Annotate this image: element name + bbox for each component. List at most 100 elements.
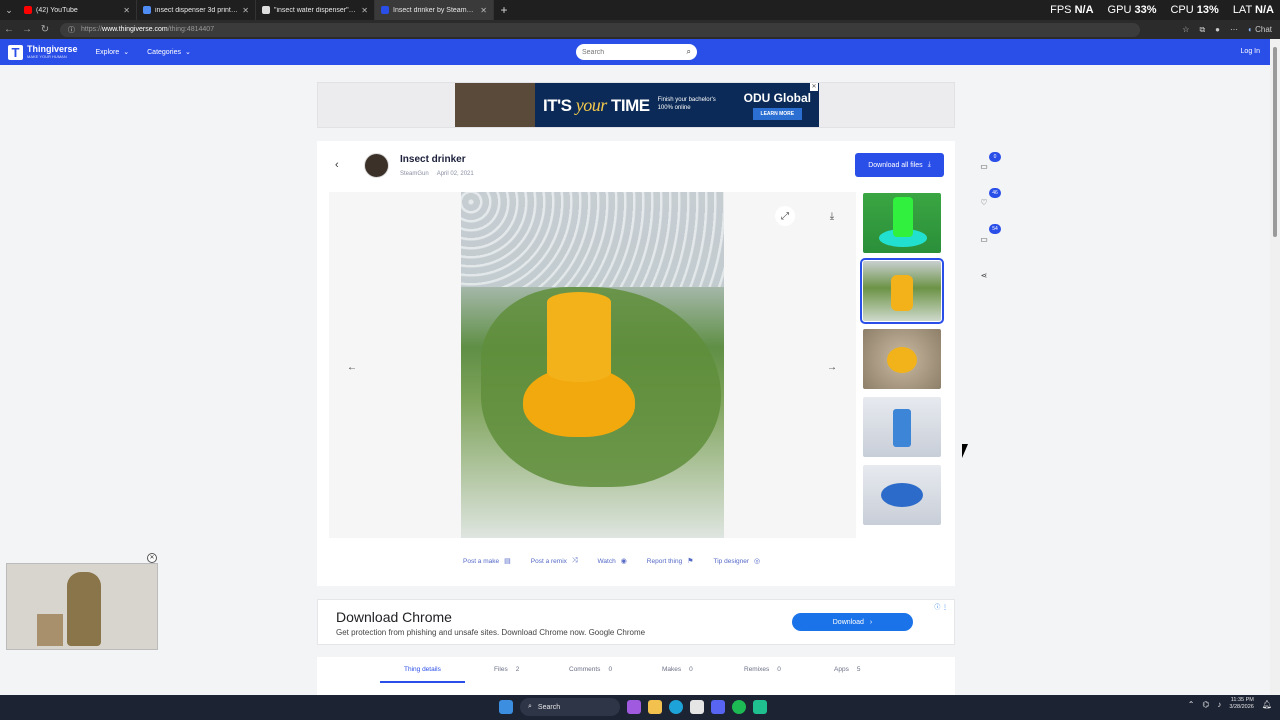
gpu-value: 33 <box>1134 4 1147 16</box>
chrome-ad-title: Download Chrome <box>336 609 452 625</box>
spotify-icon[interactable] <box>732 700 746 714</box>
search-input[interactable] <box>582 48 687 56</box>
comments-count: 0 <box>608 666 613 673</box>
store-icon[interactable] <box>690 700 704 714</box>
gallery-thumbnail[interactable] <box>863 193 941 253</box>
next-arrow-icon[interactable]: → <box>822 357 842 377</box>
url-path: /thing:4814407 <box>167 26 215 33</box>
tip-designer-button[interactable]: Tip designer ◎ <box>714 557 761 566</box>
shuffle-icon: ⤨ <box>571 557 578 564</box>
image-gallery: ⤢ ⤓ ← → <box>329 192 856 538</box>
page-scrollbar[interactable] <box>1270 39 1280 695</box>
adchoices-icon[interactable]: ⓘ ⋮ <box>934 602 948 611</box>
post-remix-button[interactable]: Post a remix ⤨ <box>531 557 578 565</box>
thingiverse-favicon-icon <box>381 6 389 14</box>
close-tab-icon[interactable]: ✕ <box>242 6 249 15</box>
menu-dots-icon[interactable]: ⋯ <box>1230 25 1238 34</box>
edge-icon[interactable] <box>669 700 683 714</box>
report-button[interactable]: Report thing ⚑ <box>647 557 694 566</box>
browser-tab-search[interactable]: insect dispenser 3d print - Search ✕ <box>137 0 256 20</box>
ad-banner: IT'S your TIME Finish your bachelor's 10… <box>317 82 955 128</box>
close-icon[interactable]: ✕ <box>147 553 157 563</box>
browser-tab-thingiverse[interactable]: Insect drinker by SteamGun - Thin ✕ <box>375 0 494 20</box>
close-tab-icon[interactable]: ✕ <box>123 6 130 15</box>
back-chevron-icon[interactable]: ‹ <box>335 159 339 171</box>
gallery-thumbnail-selected[interactable] <box>860 258 944 324</box>
cpu-label: CPU <box>1170 4 1194 16</box>
copilot-chat-button[interactable]: ◐ Chat <box>1248 25 1272 34</box>
author-link[interactable]: SteamGun <box>400 171 429 177</box>
odu-ad[interactable]: IT'S your TIME Finish your bachelor's 10… <box>455 83 819 127</box>
heart-icon[interactable]: ♡ <box>977 198 991 207</box>
speaker-icon[interactable]: ♪ <box>1217 700 1221 709</box>
scrollbar-thumb[interactable] <box>1273 47 1277 237</box>
taskbar-search[interactable]: ⌕ Search <box>520 698 620 716</box>
expand-icon[interactable]: ⤢ <box>775 206 795 226</box>
thingiverse-logo-icon: T <box>8 44 23 60</box>
watch-button[interactable]: Watch ◉ <box>598 557 627 566</box>
tab-apps[interactable]: Apps 5 <box>834 666 860 673</box>
search-icon[interactable]: ⌕ <box>687 47 691 57</box>
main-photo[interactable] <box>461 192 724 538</box>
files-count: 2 <box>515 666 520 673</box>
chrome-ad[interactable]: Download Chrome Get protection from phis… <box>317 599 955 645</box>
thing-card: ‹ Insect drinker SteamGun April 02, 2021… <box>317 141 955 586</box>
extensions-icon[interactable]: ⧉ <box>1199 25 1205 35</box>
windows-start-icon[interactable] <box>499 700 513 714</box>
copilot-icon[interactable] <box>627 700 641 714</box>
chevron-up-icon[interactable]: ⌃ <box>1188 700 1195 709</box>
makes-count: 0 <box>689 666 693 673</box>
tab-makes[interactable]: Makes 0 <box>662 666 693 673</box>
back-arrow-icon[interactable]: ← <box>0 24 18 35</box>
gallery-thumbnail[interactable] <box>863 465 941 525</box>
tab-remixes[interactable]: Remixes 0 <box>744 666 781 673</box>
flag-icon: ⚑ <box>687 558 694 565</box>
tab-comments[interactable]: Comments 0 <box>569 666 612 673</box>
explore-menu[interactable]: Explore ⌄ <box>96 48 130 57</box>
notification-bell-icon[interactable]: 🔔︎ <box>1262 700 1272 709</box>
site-info-icon[interactable]: ⓘ <box>68 25 75 35</box>
login-link[interactable]: Log In <box>1241 48 1260 55</box>
gallery-thumbnail[interactable] <box>863 329 941 389</box>
author-avatar[interactable] <box>364 153 389 178</box>
thingiverse-logo[interactable]: T Thingiverse MAKE YOUR HUMAN <box>8 44 78 60</box>
site-search: ⌕ <box>576 44 697 60</box>
mouse-cursor <box>962 444 974 458</box>
download-icon[interactable]: ⤓ <box>822 206 842 226</box>
file-explorer-icon[interactable] <box>648 700 662 714</box>
browser-tab-youtube[interactable]: (42) YouTube ✕ <box>18 0 137 20</box>
forward-arrow-icon[interactable]: → <box>18 24 36 35</box>
app-icon[interactable] <box>753 700 767 714</box>
download-all-button[interactable]: Download all files ⤓ <box>855 153 944 177</box>
ad-learn-more-button[interactable]: LEARN MORE <box>752 107 803 120</box>
browser-toolbar: ← → ↻ ⓘ https://www.thingiverse.com/thin… <box>0 20 1280 39</box>
system-tray: ⌃ ⌬ ♪ 11:35 PM 3/28/2026 🔔︎ <box>1188 697 1272 711</box>
taskbar-clock[interactable]: 11:35 PM 3/28/2026 <box>1229 697 1253 711</box>
tab-files[interactable]: Files 2 <box>494 666 519 673</box>
tab-thing-details[interactable]: Thing details <box>404 666 441 673</box>
chrome-download-button[interactable]: Download › <box>792 613 913 631</box>
fps-label: FPS <box>1050 4 1072 16</box>
share-icon[interactable]: ⋖ <box>977 271 991 280</box>
bookmark-star-icon[interactable]: ☆ <box>1182 25 1189 34</box>
collect-icon[interactable]: ▭ <box>977 162 991 171</box>
address-bar[interactable]: ⓘ https://www.thingiverse.com/thing:4814… <box>60 22 1140 37</box>
categories-menu[interactable]: Categories ⌄ <box>147 48 191 57</box>
tab-list-chevron-icon[interactable]: ⌄ <box>0 5 18 16</box>
new-tab-button[interactable]: + <box>494 3 514 17</box>
close-tab-icon[interactable]: ✕ <box>361 6 368 15</box>
previous-arrow-icon[interactable]: ← <box>342 357 362 377</box>
gpu-unit: % <box>1146 4 1157 16</box>
ad-close-icon[interactable]: ✕ <box>810 83 818 91</box>
network-icon[interactable]: ⌬ <box>1202 700 1209 709</box>
post-make-button[interactable]: Post a make ▤ <box>463 557 511 566</box>
gallery-thumbnail[interactable] <box>863 397 941 457</box>
discord-icon[interactable] <box>711 700 725 714</box>
profile-icon[interactable]: ● <box>1215 25 1220 34</box>
comment-icon[interactable]: ▭ <box>977 235 991 244</box>
reload-icon[interactable]: ↻ <box>36 24 54 35</box>
cpu-unit: % <box>1209 4 1219 16</box>
browser-tab-3d-models[interactable]: "insect water dispenser" 3D Mode ✕ <box>256 0 375 20</box>
webcam-overlay[interactable] <box>6 563 158 650</box>
close-tab-icon[interactable]: ✕ <box>480 6 487 15</box>
